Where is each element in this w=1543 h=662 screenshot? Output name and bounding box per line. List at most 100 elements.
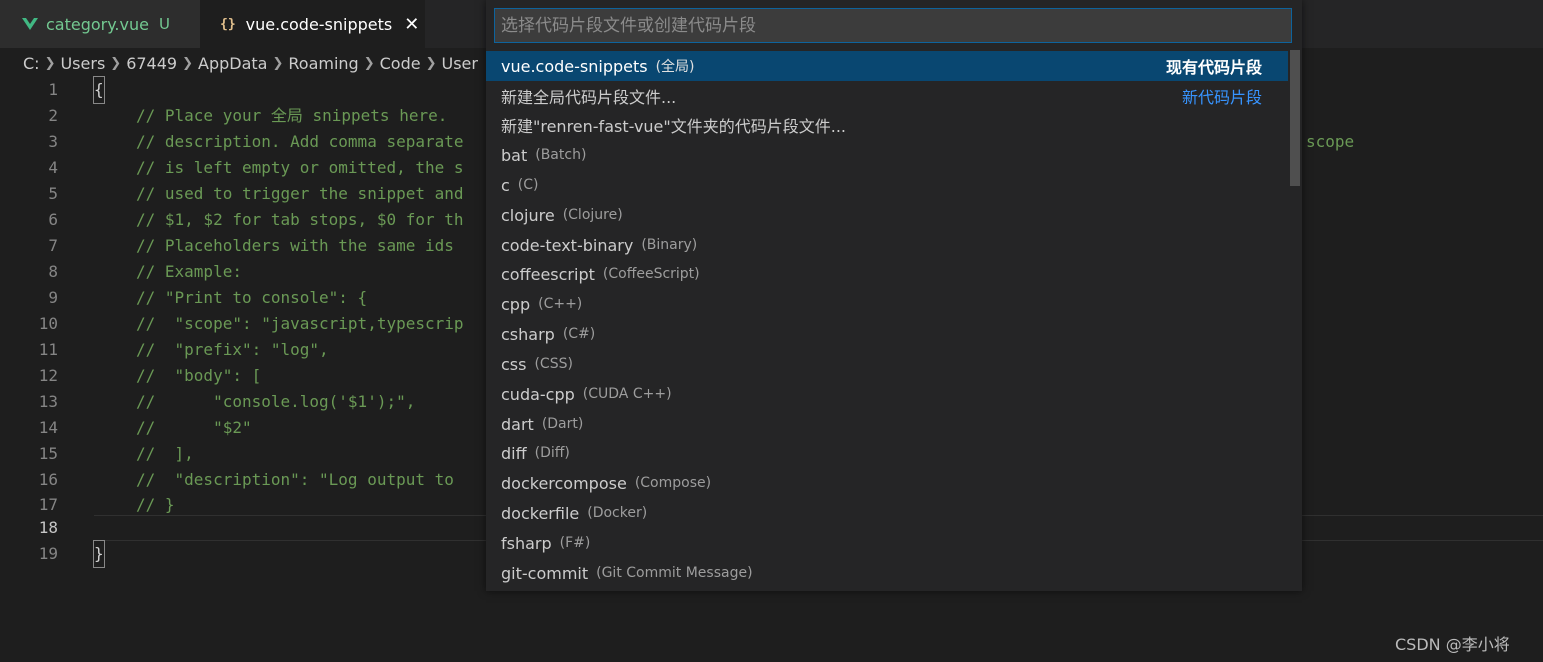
quick-pick-item[interactable]: 新建"renren-fast-vue"文件夹的代码片段文件... [486,110,1288,140]
breadcrumb-item[interactable]: User [441,54,477,73]
item-description: (全局) [655,59,695,75]
item-description: (C++) [538,296,583,312]
item-description: (F#) [559,535,591,551]
chevron-right-icon: ❯ [44,55,56,71]
line-number: 13 [38,392,58,411]
item-label: dockerfile [501,503,580,523]
quick-pick-item[interactable]: clojure (Clojure) [486,200,1288,230]
code-text: // "console.log('$1');", [136,392,416,411]
watermark: CSDN @李小将 [1395,635,1510,654]
code-text-overflow: scope [1306,132,1355,151]
item-group-label: 现有代码片段 [1165,58,1262,77]
item-label: cpp [501,294,531,314]
item-label: c [501,175,510,195]
quick-pick-item[interactable]: dockerfile (Docker) [486,498,1288,528]
line-number: 18 [38,518,58,537]
code-text: // Placeholders with the same ids [136,236,464,255]
quick-pick-item[interactable]: csharp (C#) [486,319,1288,349]
item-label: vue.code-snippets [501,56,648,76]
quick-pick-item[interactable]: c (C) [486,170,1288,200]
quick-pick-item[interactable]: fsharp (F#) [486,528,1288,558]
quick-pick-item[interactable]: diff (Diff) [486,438,1288,468]
quick-pick-item[interactable]: dart (Dart) [486,409,1288,439]
code-text: // "body": [ [136,366,262,385]
code-text: // "description": "Log output to [136,470,464,489]
close-icon[interactable]: ✕ [404,14,419,35]
item-description: (CSS) [534,356,573,372]
line-number: 9 [48,288,58,307]
scrollbar-thumb[interactable] [1290,50,1300,186]
item-description: (Clojure) [562,207,623,223]
breadcrumb-item[interactable]: 67449 [126,54,177,73]
line-number: 6 [48,210,58,229]
tab-label: vue.code-snippets [245,14,393,34]
code-text: // "scope": "javascript,typescrip [136,314,464,333]
code-text: } [93,540,105,568]
tab-vue-code-snippets[interactable]: {} vue.code-snippets ✕ [200,0,425,48]
quick-pick-item[interactable]: git-commit (Git Commit Message) [486,558,1288,588]
braces-icon: {} [220,16,236,32]
quick-pick-scrollbar[interactable] [1288,50,1302,591]
quick-pick-item[interactable]: cpp (C++) [486,289,1288,319]
item-description: (CUDA C++) [582,386,672,402]
line-number: 12 [38,366,58,385]
quick-pick-item[interactable]: 新建全局代码片段文件... 新代码片段 [486,81,1288,111]
quick-pick-item[interactable]: coffeescript (CoffeeScript) [486,259,1288,289]
code-text: // Place your 全局 snippets here. [136,106,448,125]
item-description: (Dart) [541,416,584,432]
code-text: // ], [136,444,194,463]
item-description: (Batch) [535,147,587,163]
line-number: 16 [38,470,58,489]
item-label: bat [501,145,528,165]
line-number: 5 [48,184,58,203]
quick-pick-item[interactable]: bat (Batch) [486,140,1288,170]
line-number: 10 [38,314,58,333]
item-label: clojure [501,205,555,225]
line-number: 2 [48,106,58,125]
code-text: // Example: [136,262,242,281]
breadcrumb: C: ❯ Users ❯ 67449 ❯ AppData ❯ Roaming ❯… [23,52,478,74]
breadcrumb-item[interactable]: C: [23,54,40,73]
quick-pick-input[interactable] [494,8,1292,43]
code-text: // description. Add comma separate [136,132,464,151]
item-label: dockercompose [501,473,627,493]
item-description: (Docker) [587,505,648,521]
item-description: (Binary) [641,237,698,253]
line-number: 15 [38,444,58,463]
breadcrumb-item[interactable]: Code [380,54,421,73]
code-text: { [93,76,105,104]
quick-pick-item[interactable]: dockercompose (Compose) [486,468,1288,498]
item-description: (Git Commit Message) [596,565,753,581]
item-description: (Compose) [634,475,712,491]
breadcrumb-item[interactable]: Users [60,54,105,73]
item-label: git-commit [501,563,589,583]
quick-pick-item[interactable]: code-text-binary (Binary) [486,230,1288,260]
line-number: 14 [38,418,58,437]
item-label: fsharp [501,533,552,553]
quick-pick-item[interactable]: css (CSS) [486,349,1288,379]
line-number: 3 [48,132,58,151]
chevron-right-icon: ❯ [363,55,375,71]
vue-icon [22,18,38,30]
breadcrumb-item[interactable]: Roaming [288,54,358,73]
breadcrumb-item[interactable]: AppData [198,54,267,73]
item-label: diff [501,443,527,463]
item-label: code-text-binary [501,235,634,255]
code-text: // is left empty or omitted, the s [136,158,464,177]
item-description: (C#) [562,326,596,342]
item-description: (Diff) [534,445,570,461]
item-description: (C) [517,177,539,193]
chevron-right-icon: ❯ [182,55,193,71]
item-label: 新建"renren-fast-vue"文件夹的代码片段文件... [501,117,847,136]
chevron-right-icon: ❯ [110,55,122,71]
quick-pick-item[interactable]: vue.code-snippets (全局) 现有代码片段 [486,51,1288,81]
item-label: coffeescript [501,264,595,284]
tab-category-vue[interactable]: category.vue U [0,0,200,48]
line-number: 11 [38,340,58,359]
line-number: 4 [48,158,58,177]
chevron-right-icon: ❯ [272,55,284,71]
code-text: // "prefix": "log", [136,340,329,359]
line-number: 1 [48,80,58,99]
quick-pick-item[interactable]: cuda-cpp (CUDA C++) [486,379,1288,409]
code-text: // used to trigger the snippet and [136,184,464,203]
